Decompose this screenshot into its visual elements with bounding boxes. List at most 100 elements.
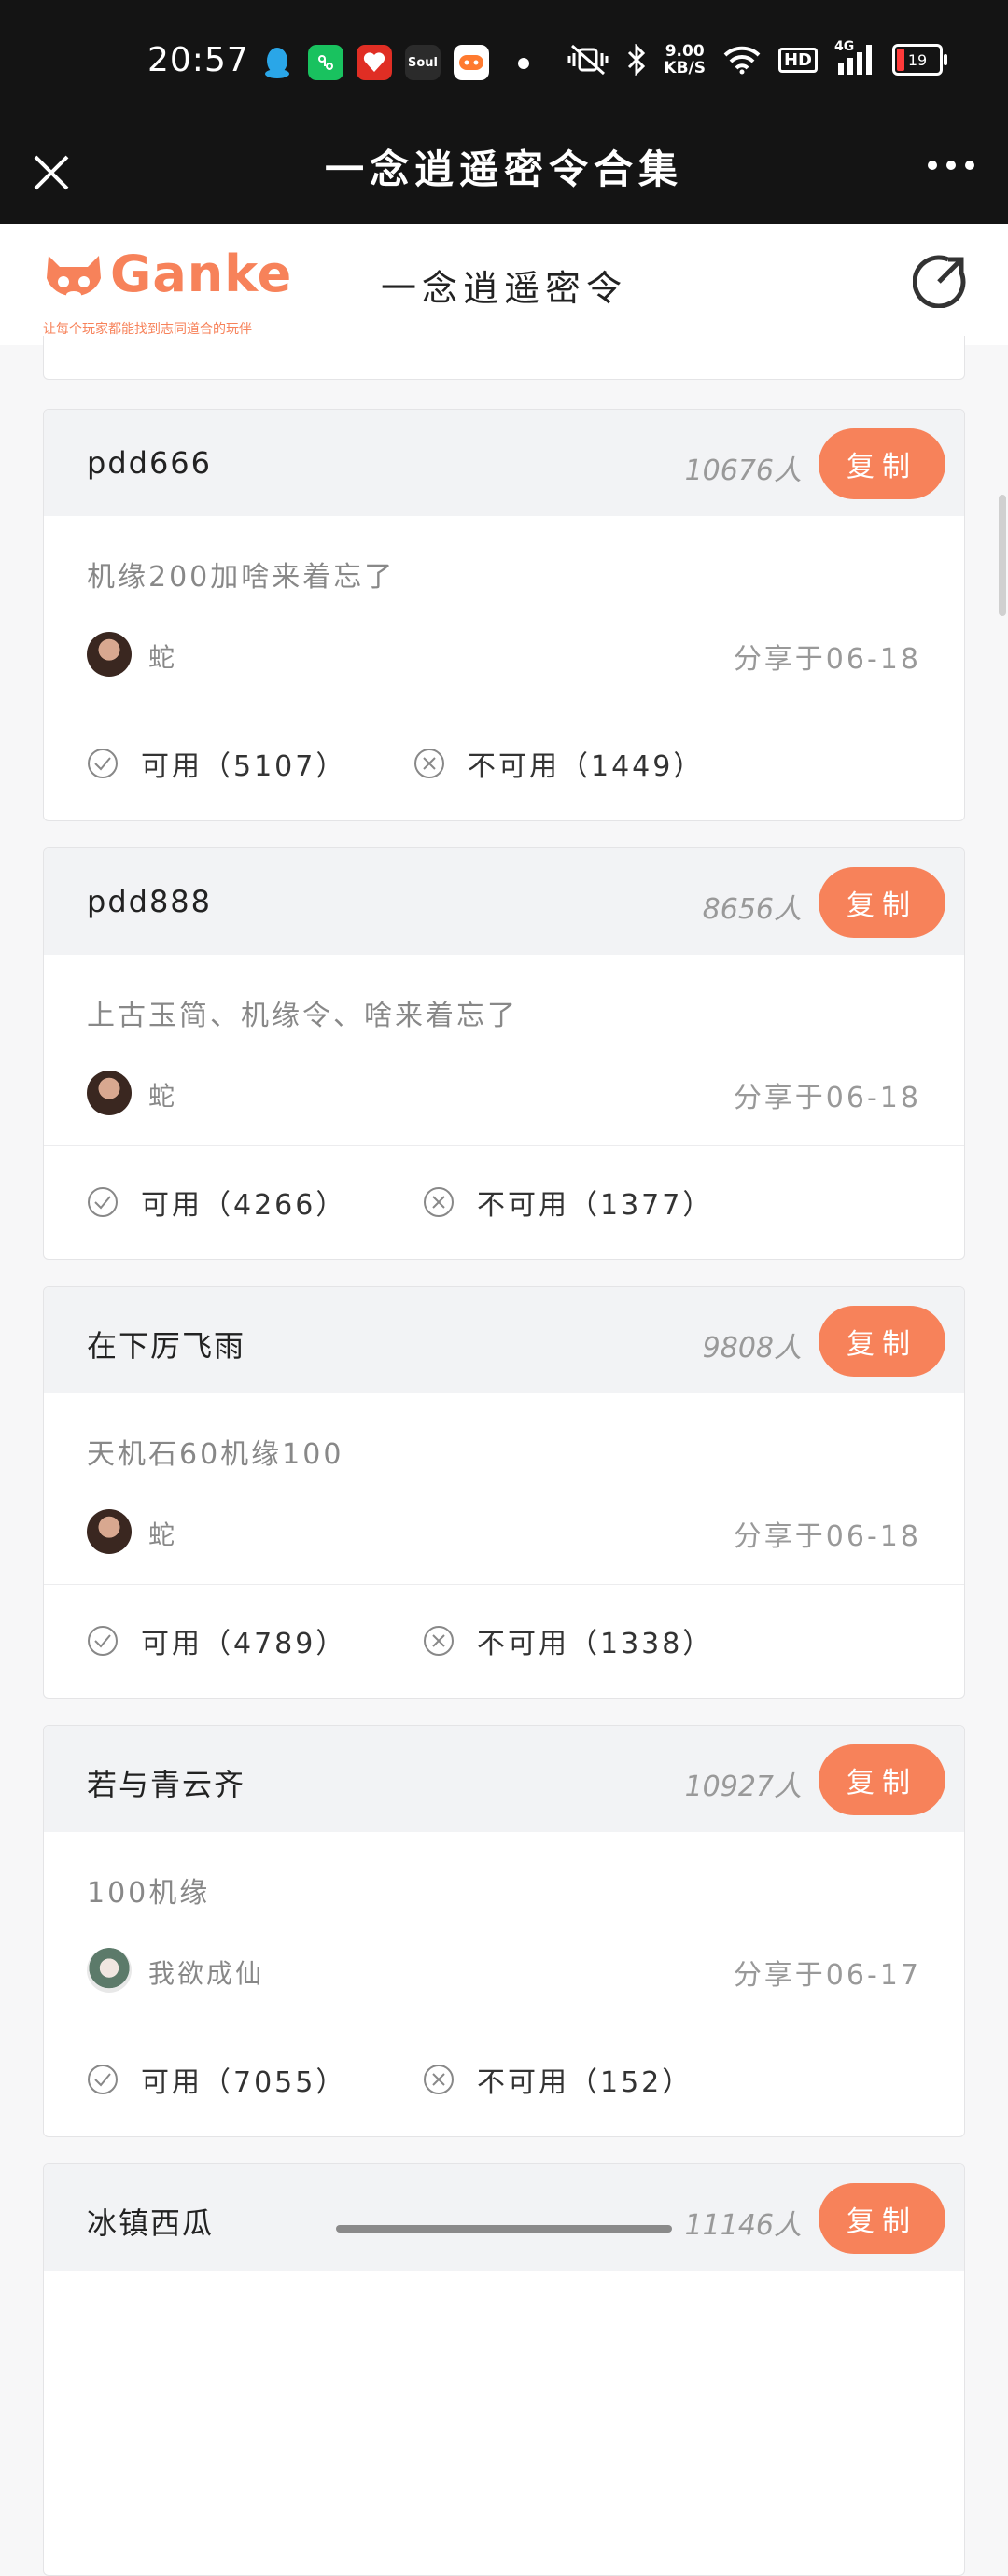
copy-button[interactable]: 复制 (819, 867, 945, 938)
logo-tagline: 让每个玩家都能找到志同道合的玩伴 (43, 322, 252, 337)
page-subtitle: 一念逍遥密令 (380, 268, 627, 309)
card-body: 上古玉简、机缘令、啥来着忘了 蛇 分享于06-18 (44, 955, 964, 1146)
unavailable-count: 不可用（1377） (477, 1189, 714, 1222)
code-card: pdd888 8656人 复制 上古玉简、机缘令、啥来着忘了 蛇 分享于06-1… (43, 847, 965, 1260)
available-count: 可用（5107） (141, 750, 347, 783)
more-options-icon[interactable] (928, 161, 974, 170)
page-title: 一念逍遥密令合集 (324, 147, 683, 192)
secret-code: pdd666 (87, 445, 213, 481)
share-date: 分享于06-18 (733, 1520, 921, 1553)
pinduoduo-icon (357, 45, 392, 80)
wechat-mini-icon (308, 45, 343, 80)
card-body: 天机石60机缘100 蛇 分享于06-18 (44, 1393, 964, 1585)
secret-code: 若与青云齐 (87, 1767, 246, 1802)
share-icon[interactable] (913, 252, 969, 308)
unavailable-count: 不可用（1449） (468, 750, 705, 783)
battery-level: 19 (907, 50, 928, 69)
copy-button[interactable]: 复制 (819, 2183, 945, 2254)
viewer-count: 10927人 (684, 1771, 802, 1803)
status-bar: 20:57 Soul 9.00 KB/S HD 4G 19 (0, 0, 1008, 129)
available-count: 可用（7055） (141, 2066, 347, 2099)
avatar[interactable] (87, 1071, 132, 1115)
secret-code: 冰镇西瓜 (87, 2205, 215, 2241)
card-body: 100机缘 我欲成仙 分享于06-17 (44, 1832, 964, 2023)
share-date: 分享于06-18 (733, 1082, 921, 1114)
code-description: 100机缘 (87, 1877, 211, 1910)
vibrate-mute-icon (567, 44, 609, 76)
network-speed: 9.00 KB/S (664, 43, 706, 77)
copy-button[interactable]: 复制 (819, 1744, 945, 1815)
system-indicators: 9.00 KB/S HD 4G 19 (567, 39, 947, 77)
scrollbar[interactable] (999, 495, 1006, 616)
share-date: 分享于06-18 (733, 643, 921, 676)
available-vote-button[interactable]: 可用（4266） (87, 1182, 346, 1223)
avatar[interactable] (87, 1509, 132, 1554)
available-count: 可用（4789） (141, 1628, 347, 1660)
unavailable-vote-button[interactable]: 不可用（1377） (423, 1182, 713, 1223)
card-header: pdd888 8656人 复制 (44, 848, 964, 955)
card-header: 若与青云齐 10927人 复制 (44, 1726, 964, 1832)
avatar[interactable] (87, 1948, 132, 1993)
card-votes: 可用（5107） 不可用（1449） (44, 707, 964, 819)
viewer-count: 10676人 (684, 455, 802, 487)
clock: 20:57 (147, 41, 249, 79)
notification-icons: Soul (259, 45, 489, 80)
viewer-count: 11146人 (684, 2209, 802, 2242)
hd-badge: HD (777, 47, 818, 73)
card-votes: 可用（4266） 不可用（1377） (44, 1146, 964, 1258)
username[interactable]: 蛇 (148, 1076, 177, 1113)
available-vote-button[interactable]: 可用（5107） (87, 743, 346, 784)
secret-code: 在下厉飞雨 (87, 1328, 246, 1364)
code-card: pdd666 10676人 复制 机缘200加啥来着忘了 蛇 分享于06-18 … (43, 409, 965, 821)
x-circle-icon (424, 2065, 454, 2094)
card-votes: 可用（7055） 不可用（152） (44, 2023, 964, 2135)
network-speed-unit: KB/S (664, 59, 706, 77)
x-circle-icon (424, 1626, 454, 1656)
bluetooth-icon (628, 44, 646, 76)
card-votes: 可用（4789） 不可用（1338） (44, 1585, 964, 1697)
unavailable-count: 不可用（152） (477, 2066, 693, 2099)
wifi-icon (723, 46, 761, 75)
check-circle-icon (88, 1187, 118, 1217)
unavailable-vote-button[interactable]: 不可用（152） (423, 2059, 693, 2100)
available-vote-button[interactable]: 可用（4789） (87, 1620, 346, 1661)
x-circle-icon (414, 749, 444, 778)
x-circle-icon (424, 1187, 454, 1217)
card-header: pdd666 10676人 复制 (44, 410, 964, 516)
viewer-count: 8656人 (702, 893, 802, 926)
check-circle-icon (88, 1626, 118, 1656)
avatar[interactable] (87, 632, 132, 677)
notification-dot (518, 58, 529, 69)
secret-code: pdd888 (87, 884, 213, 919)
card-header: 在下厉飞雨 9808人 复制 (44, 1287, 964, 1393)
username[interactable]: 蛇 (148, 637, 177, 675)
code-card: 若与青云齐 10927人 复制 100机缘 我欲成仙 分享于06-17 可用（7… (43, 1725, 965, 2137)
check-circle-icon (88, 749, 118, 778)
code-description: 上古玉简、机缘令、啥来着忘了 (87, 1000, 518, 1032)
username[interactable]: 我欲成仙 (148, 1953, 264, 1991)
unavailable-count: 不可用（1338） (477, 1628, 714, 1660)
username[interactable]: 蛇 (148, 1515, 177, 1552)
copy-button[interactable]: 复制 (819, 1306, 945, 1377)
home-indicator[interactable] (336, 2225, 672, 2233)
card-header: 冰镇西瓜 11146人 复制 (44, 2164, 964, 2271)
game-center-icon (454, 45, 489, 80)
available-vote-button[interactable]: 可用（7055） (87, 2059, 346, 2100)
soul-icon: Soul (405, 45, 441, 80)
share-date: 分享于06-17 (733, 1959, 921, 1992)
title-bar: 一念逍遥密令合集 (0, 129, 1008, 224)
available-count: 可用（4266） (141, 1189, 347, 1222)
copy-button[interactable]: 复制 (819, 428, 945, 499)
previous-card-bottom (43, 336, 965, 380)
battery-indicator: 19 (892, 44, 947, 76)
unavailable-vote-button[interactable]: 不可用（1449） (413, 743, 704, 784)
code-description: 天机石60机缘100 (87, 1438, 344, 1471)
cellular-signal-icon: 4G (834, 39, 875, 77)
qq-icon (259, 45, 295, 80)
network-speed-value: 9.00 (665, 42, 705, 61)
code-card: 在下厉飞雨 9808人 复制 天机石60机缘100 蛇 分享于06-18 可用（… (43, 1286, 965, 1699)
check-circle-icon (88, 2065, 118, 2094)
unavailable-vote-button[interactable]: 不可用（1338） (423, 1620, 713, 1661)
page-header: Ganke 让每个玩家都能找到志同道合的玩伴 一念逍遥密令 (0, 224, 1008, 345)
soul-label: Soul (407, 55, 438, 70)
